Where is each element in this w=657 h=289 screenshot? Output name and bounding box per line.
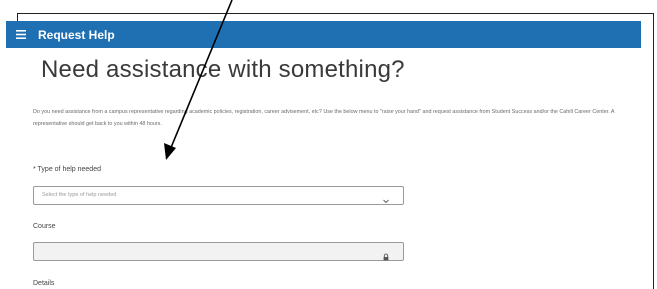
page-description: Do you need assistance from a campus rep… <box>33 109 615 127</box>
app-bar: Request Help <box>6 21 641 48</box>
chevron-down-icon[interactable] <box>382 192 390 204</box>
page-heading: Need assistance with something? <box>41 56 405 83</box>
course-label: Course <box>33 223 56 230</box>
help-type-placeholder: Select the type of help needed <box>42 192 117 198</box>
lock-icon <box>382 248 390 261</box>
details-label: Details <box>33 280 55 287</box>
request-help-page: Need assistance with something? Do you n… <box>6 48 641 289</box>
app-title: Request Help <box>38 27 115 42</box>
hamburger-menu-icon[interactable] <box>16 28 30 42</box>
course-field[interactable] <box>33 242 404 261</box>
help-type-label: * Type of help needed <box>33 166 101 173</box>
help-type-select[interactable]: Select the type of help needed <box>33 186 404 205</box>
